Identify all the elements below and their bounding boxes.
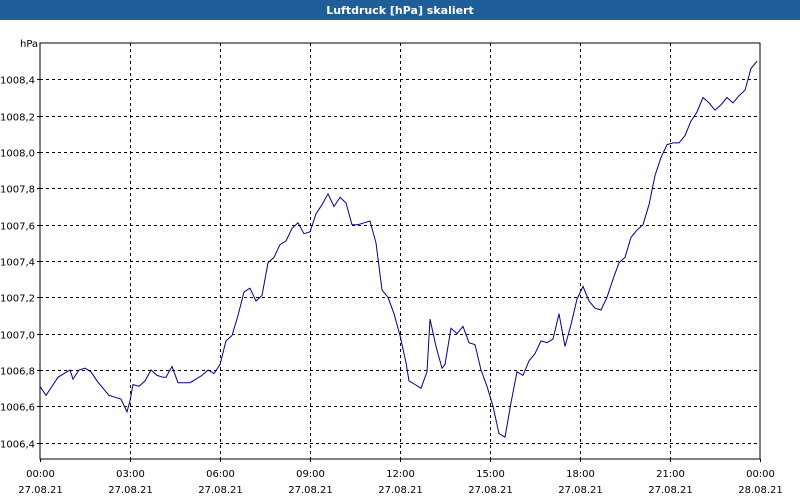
x-tick-date-label: 27.08.21 — [558, 485, 603, 496]
y-tick-label: 1008,2 — [0, 113, 35, 124]
y-tick-label: 1007,2 — [0, 294, 35, 305]
x-tick-date-label: 28.08.21 — [738, 485, 783, 496]
y-tick-label: 1008,0 — [0, 149, 35, 160]
y-tick-label: 1007,8 — [0, 185, 35, 196]
x-tick-time-label: 06:00 — [206, 469, 235, 480]
x-tick-date-label: 27.08.21 — [18, 485, 63, 496]
x-tick-date-label: 27.08.21 — [288, 485, 333, 496]
x-tick-time-label: 03:00 — [116, 469, 145, 480]
x-tick-time-label: 09:00 — [296, 469, 325, 480]
pressure-series-line — [39, 60, 758, 439]
y-tick-label: 1007,0 — [0, 331, 35, 342]
y-tick-label: 1006,8 — [0, 367, 35, 378]
x-tick-time-label: 12:00 — [386, 469, 415, 480]
x-tick-time-label: 00:00 — [26, 469, 55, 480]
x-tick-time-label: 18:00 — [566, 469, 595, 480]
x-tick-time-label: 21:00 — [656, 469, 685, 480]
x-tick-date-label: 27.08.21 — [468, 485, 513, 496]
y-tick-label: 1007,6 — [0, 222, 35, 233]
y-tick-label: 1006,6 — [0, 403, 35, 414]
y-tick-label: 1006,4 — [0, 440, 35, 451]
y-tick-label: 1007,4 — [0, 258, 35, 269]
y-tick-label: 1008,4 — [0, 76, 35, 87]
line-chart: 1006,4 1006,6 1006,8 1007,0 1007,2 1007,4 1007… — [0, 42, 783, 496]
x-tick-date-label: 27.08.21 — [648, 485, 693, 496]
x-tick-date-label: 27.08.21 — [378, 485, 423, 496]
x-tick-date-label: 27.08.21 — [108, 485, 153, 496]
x-tick-time-label: 00:00 — [746, 469, 775, 480]
x-tick-date-label: 27.08.21 — [198, 485, 243, 496]
x-tick-time-label: 15:00 — [476, 469, 505, 480]
